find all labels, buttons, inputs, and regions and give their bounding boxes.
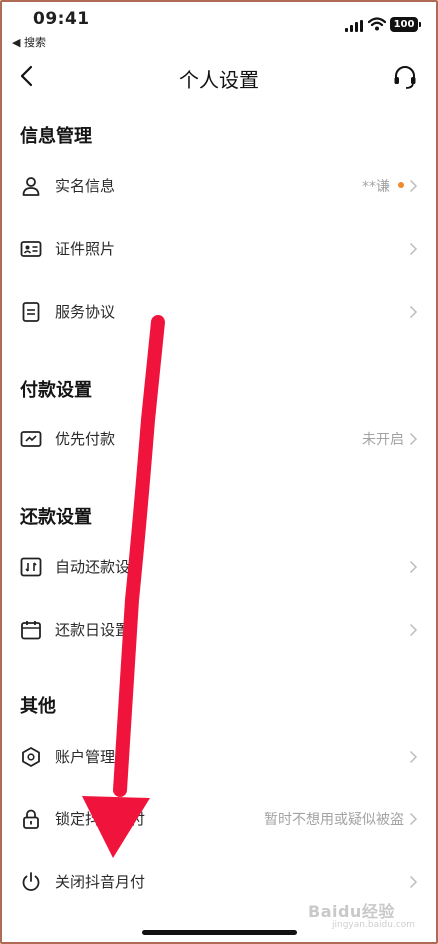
- baidu-watermark: Baidu经验: [308, 902, 395, 921]
- annotation-arrow-icon: [82, 315, 165, 858]
- home-indicator: [142, 930, 297, 935]
- watermark-url: jingyan.baidu.com: [332, 920, 416, 930]
